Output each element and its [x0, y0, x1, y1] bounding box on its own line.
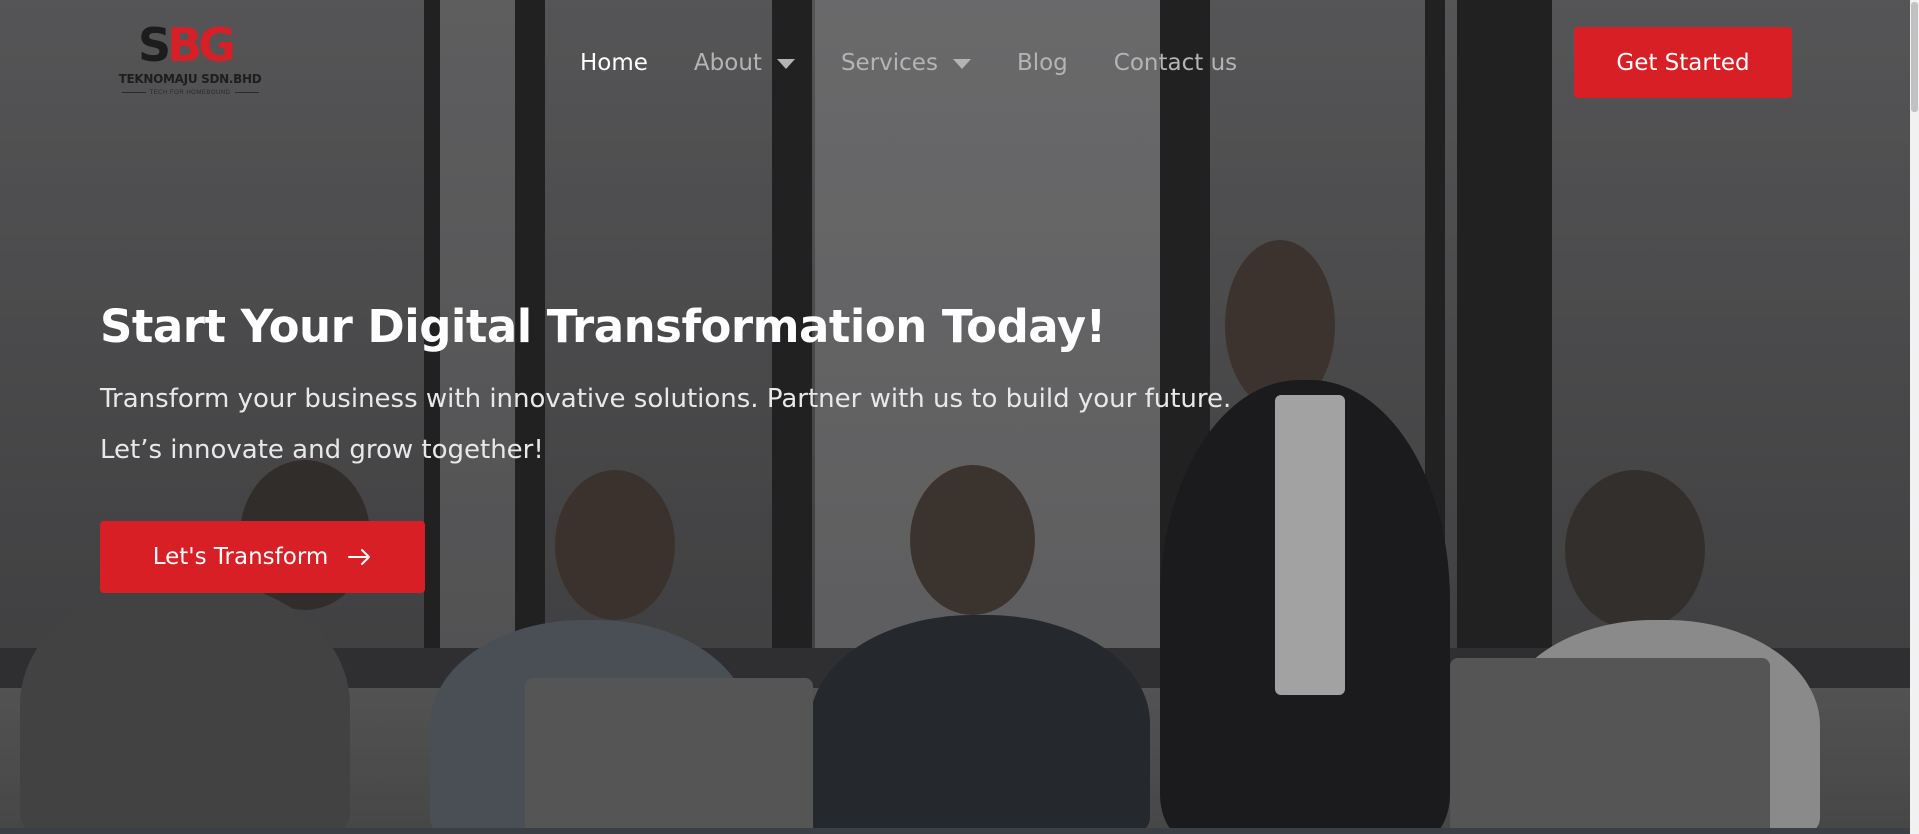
nav-item-about[interactable]: About: [694, 50, 795, 76]
nav-item-label: Contact us: [1113, 50, 1238, 76]
company-name: TEKNOMAJU SDN.BHD: [118, 72, 262, 86]
hero-subtitle: Transform your business with innovative …: [100, 384, 1232, 465]
nav-item-home[interactable]: Home: [580, 50, 648, 76]
hero-button-label: Let's Transform: [152, 544, 329, 570]
logo-letter-s: S: [138, 18, 171, 72]
nav-item-label: Services: [840, 50, 938, 76]
logo-letter-b: B: [167, 18, 202, 72]
arrow-right-icon: [348, 548, 372, 566]
lets-transform-button[interactable]: Let's Transform: [100, 521, 425, 593]
get-started-button[interactable]: Get Started: [1574, 27, 1792, 98]
nav-item-label: Home: [580, 50, 648, 76]
logo[interactable]: SBG TEKNOMAJU SDN.BHD TECH FOR HOMEBOUND: [116, 20, 264, 102]
logo-letter-g: G: [198, 18, 236, 72]
logo-mark: SBG: [138, 22, 236, 68]
nav-item-blog[interactable]: Blog: [1017, 50, 1068, 76]
company-tagline: TECH FOR HOMEBOUND: [116, 90, 264, 96]
page-scrollbar[interactable]: [1910, 0, 1919, 834]
caret-down-icon: [952, 59, 971, 69]
nav-item-label: Blog: [1016, 50, 1068, 76]
nav-item-contact[interactable]: Contact us: [1114, 50, 1237, 76]
page: SBG TEKNOMAJU SDN.BHD TECH FOR HOMEBOUND…: [0, 0, 1919, 834]
nav-item-label: About: [693, 50, 762, 76]
main-navigation: Home About Services Blog Contact us: [580, 46, 1283, 80]
scrollbar-thumb[interactable]: [1911, 2, 1918, 112]
caret-down-icon: [776, 59, 795, 69]
hero-title: Start Your Digital Transformation Today!: [100, 300, 1106, 353]
nav-item-services[interactable]: Services: [841, 50, 971, 76]
